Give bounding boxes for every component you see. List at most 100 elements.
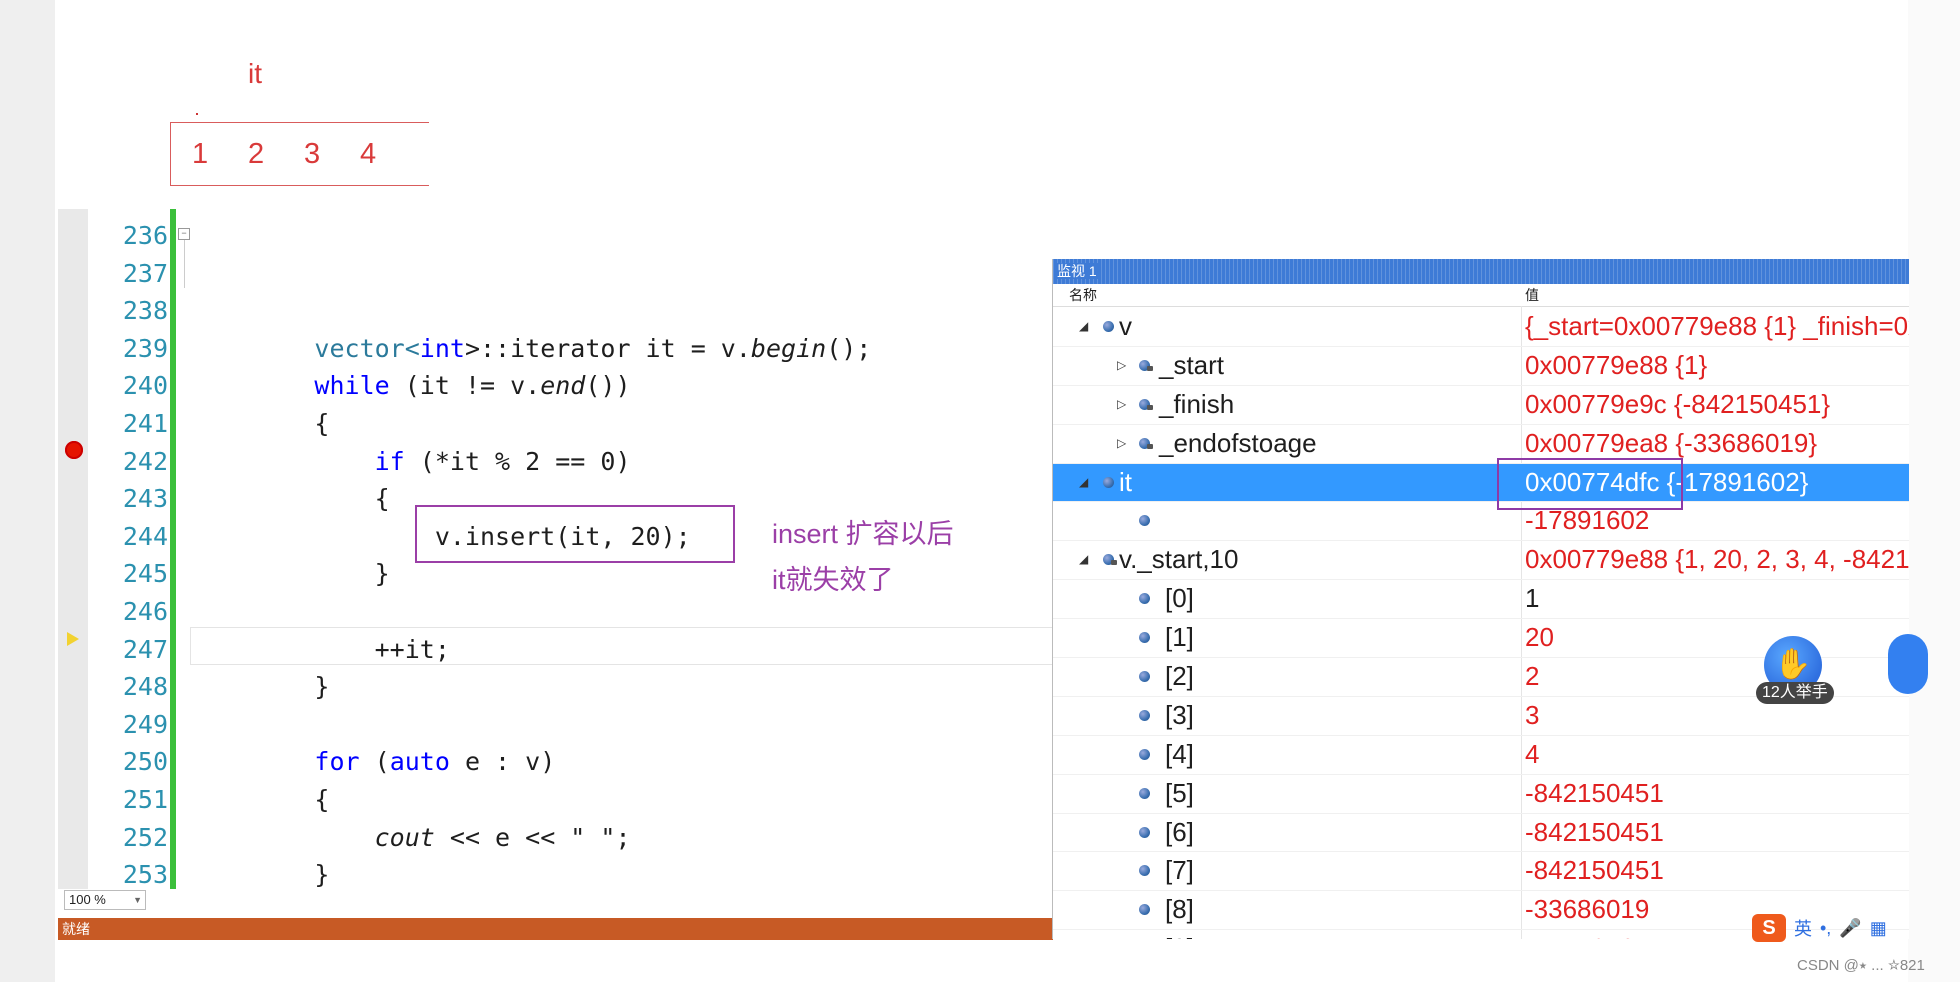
microphone-icon[interactable]: 🎤 [1839,918,1861,939]
code-line-250: for (auto e : v) [194,743,871,781]
collapsed-arrow-icon[interactable]: ▷ [1117,347,1126,385]
line-number: 241 [122,408,168,438]
watch-row[interactable]: ▷ _finish 0x00779e9c {-842150451} [1053,386,1909,425]
code-token: >::iterator it = v. [464,333,751,363]
watch-rows: ◢ v {_start=0x00779e88 {1} _finish=0x ▷ … [1053,308,1909,939]
watch-value: -33686019 [1525,894,1650,925]
collapse-outline-icon[interactable]: − [178,228,190,240]
line-number: 244 [122,521,168,551]
watch-header: 名称 值 [1053,284,1909,307]
watch-row-selected[interactable]: ◢ it 0x00774dfc {-17891602} [1053,463,1909,503]
column-header-value[interactable]: 值 [1525,284,1539,306]
watch-row[interactable]: [7] -842150451 [1053,852,1909,892]
diagram-value: 1 [192,138,209,170]
annotation-line-2: it就失效了 [772,565,894,595]
variable-icon [1103,554,1117,566]
watch-row[interactable]: [0] 1 [1053,580,1909,620]
insert-highlight-box [415,505,735,563]
watch-value: -842150451 [1525,816,1664,847]
watch-value: -842150451 [1525,855,1664,886]
line-number: 242 [122,446,168,476]
watch-value: 3 [1525,699,1540,730]
diagram-value: 2 [248,138,265,170]
keyboard-icon[interactable]: ▦ [1870,918,1887,939]
watch-name: it [1119,466,1132,497]
code-token: (); [826,333,872,363]
breakpoint-margin[interactable] [58,209,88,889]
line-number: 239 [122,333,168,363]
line-number: 246 [122,596,168,626]
line-number: 253 [122,860,168,890]
diagram-value: 4 [360,138,377,170]
watch-row[interactable]: ▷ _endofstoage 0x00779ea8 {-33686019} [1053,425,1909,464]
code-token: ( [359,747,390,777]
ime-toolbar[interactable]: S 英 •, 🎤 ▦ [1752,914,1887,942]
variable-icon [1139,787,1150,799]
code-line-241: { [194,405,871,443]
variable-icon [1139,826,1150,838]
code-function: cout [374,822,435,852]
watch-name: _start [1159,349,1225,380]
watch-row[interactable]: [4] 4 [1053,736,1909,775]
watch-value: 0x00779e9c {-842150451} [1525,388,1831,419]
left-gray-strip [0,0,55,982]
variable-icon [1103,321,1114,332]
punctuation-icon[interactable]: •, [1820,918,1831,939]
line-number: 247 [122,634,168,664]
variable-icon [1103,476,1114,488]
watch-row[interactable]: -17891602 [1053,502,1909,542]
watch-name: [6] [1165,816,1194,847]
watch-row[interactable]: [5] -842150451 [1053,775,1909,814]
code-line-252: cout << e << " "; [194,819,871,857]
watch-title-bar[interactable]: 监视 1 [1053,259,1909,284]
watch-value: 4 [1525,738,1540,769]
breakpoint-icon[interactable] [65,441,83,459]
expanded-arrow-icon[interactable]: ◢ [1079,541,1088,579]
watch-value: -1414812757 [1525,930,1678,939]
watch-title: 监视 1 [1057,263,1101,279]
watch-name: [4] [1165,738,1194,769]
sogou-logo-icon[interactable]: S [1752,914,1786,942]
variable-icon [1139,671,1150,683]
expanded-arrow-icon[interactable]: ◢ [1079,308,1088,346]
watch-value: -842150451 [1525,777,1664,808]
code-keyword: int [419,333,465,363]
line-number: 236 [122,221,168,250]
collapsed-arrow-icon[interactable]: ▷ [1117,425,1126,463]
code-token: } [374,559,390,589]
watch-value: 0x00779e88 {1} [1525,349,1708,380]
ime-language-toggle[interactable]: 英 [1794,915,1812,941]
code-token: << e << " "; [434,822,631,852]
watch-name: v [1119,311,1132,341]
collapsed-arrow-icon[interactable]: ▷ [1117,386,1126,424]
watch-window[interactable]: 监视 1 名称 值 ◢ v {_start=0x00779e88 {1} _fi… [1052,259,1909,939]
line-number: 237 [122,258,168,288]
watch-row[interactable]: ▷ _start 0x00779e88 {1} [1053,347,1909,386]
line-number: 240 [122,371,168,401]
variable-icon [1139,709,1150,721]
watch-row[interactable]: ◢ v {_start=0x00779e88 {1} _finish=0x [1053,308,1909,347]
watch-name: [3] [1165,699,1194,730]
line-number: 243 [122,484,168,514]
watch-value: 0x00779e88 {1, 20, 2, 3, 4, -8421 [1525,544,1909,575]
zoom-dropdown[interactable]: 100 % ▼ [64,890,146,910]
code-token: { [314,784,330,814]
code-token: ++it; [374,634,450,664]
floating-button[interactable] [1888,634,1928,694]
code-token: } [314,672,330,702]
column-header-name[interactable]: 名称 [1069,284,1097,306]
code-keyword: for [314,747,360,777]
line-number: 251 [122,784,168,814]
change-indicator-bar [170,209,176,889]
expanded-arrow-icon[interactable]: ◢ [1079,464,1088,502]
watch-row[interactable]: [6] -842150451 [1053,814,1909,853]
diagram-pointer-dot [196,113,198,115]
code-function: begin [750,333,827,363]
variable-icon [1139,515,1150,527]
status-bar: 就绪 [58,918,1053,940]
line-number: 248 [122,672,168,702]
watch-row[interactable]: ◢ v._start,10 0x00779e88 {1, 20, 2, 3, 4… [1053,541,1909,581]
private-member-icon [1139,437,1153,449]
